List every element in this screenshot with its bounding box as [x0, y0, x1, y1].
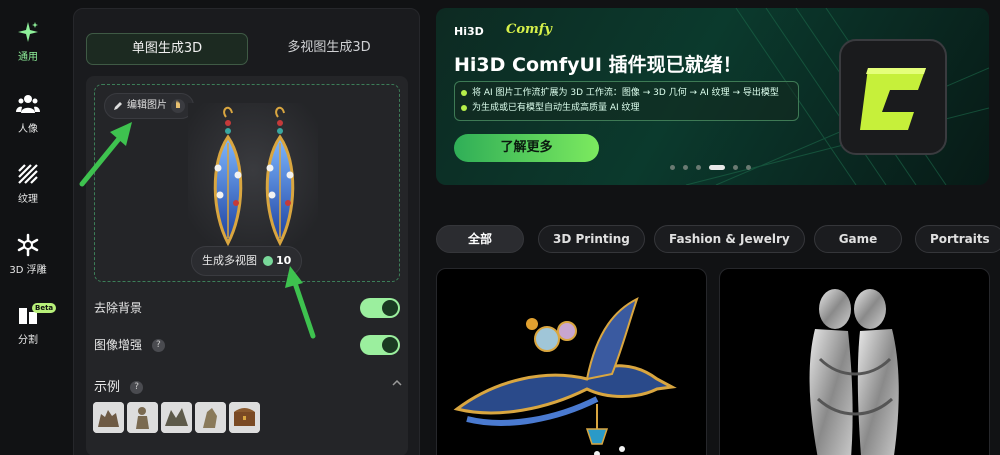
annotation-arrows — [79, 122, 316, 339]
app-root: 通用 人像 纹理 3D 浮雕 Beta 分割 单图生成3D 多视图生成3D 编辑… — [0, 0, 1000, 455]
